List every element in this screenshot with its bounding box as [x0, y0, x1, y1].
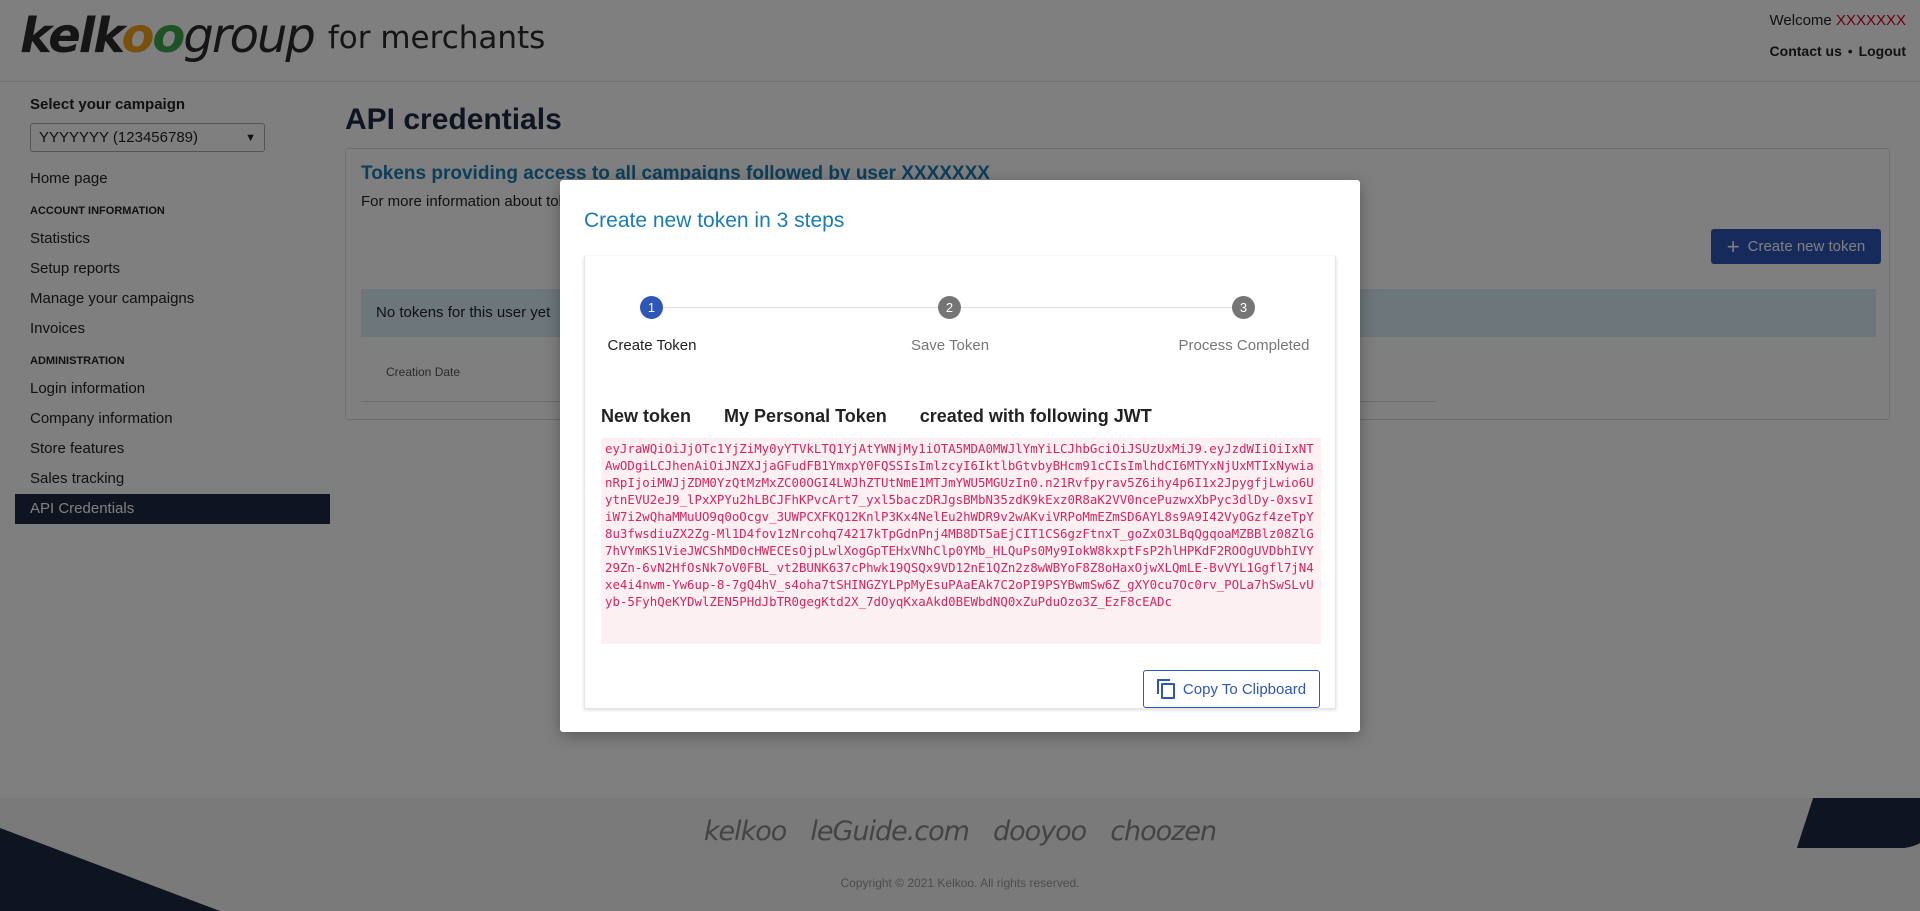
create-token-modal: Create new token in 3 steps 1 Create Tok…: [560, 180, 1360, 732]
heading-created-with: created with following JWT: [919, 406, 1152, 426]
step-3-label: Process Completed: [1178, 337, 1310, 354]
step-1-label: Create Token: [607, 337, 697, 354]
step-1-indicator: 1: [640, 296, 663, 319]
modal-body: 1 Create Token 2 Save Token 3 Process Co…: [584, 256, 1336, 709]
stepper-connector: [663, 307, 938, 308]
copy-to-clipboard-button[interactable]: Copy To Clipboard: [1143, 670, 1320, 708]
copy-icon: [1156, 679, 1175, 699]
modal-title: Create new token in 3 steps: [584, 209, 845, 232]
jwt-code-block[interactable]: eyJraWQiOiJjOTc1YjZiMy0yYTVkLTQ1YjAtYWNj…: [601, 438, 1321, 644]
step-2-indicator: 2: [938, 296, 961, 319]
jwt-heading: New token My Personal Token created with…: [601, 406, 1180, 427]
stepper-connector: [961, 307, 1232, 308]
step-3-indicator: 3: [1232, 296, 1255, 319]
heading-token-name: My Personal Token: [724, 406, 887, 426]
copy-to-clipboard-label: Copy To Clipboard: [1182, 680, 1307, 698]
step-2-label: Save Token: [910, 337, 990, 354]
heading-new-token: New token: [601, 406, 692, 426]
